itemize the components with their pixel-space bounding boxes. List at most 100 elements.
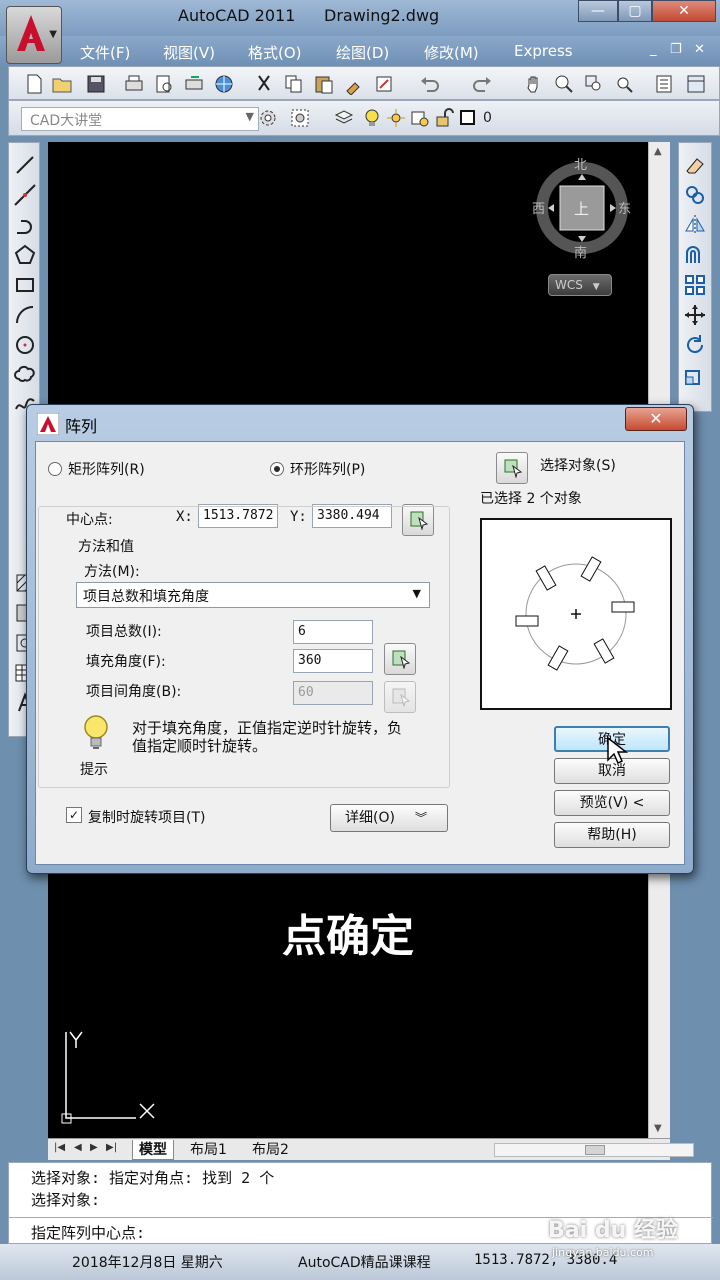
layer-thaw-sun-icon[interactable] [385, 107, 407, 129]
plot-preview-icon[interactable] [153, 73, 175, 95]
line-icon[interactable] [13, 153, 37, 177]
tab-layout1[interactable]: 布局1 [184, 1140, 233, 1160]
mdi-minimize-button[interactable]: _ [650, 42, 657, 57]
viewcube-top-face[interactable]: 上 [574, 198, 589, 219]
next-tab-icon[interactable]: ▶ [90, 1142, 98, 1153]
zoom-previous-icon[interactable] [613, 73, 635, 95]
layer-color-swatch-icon[interactable] [457, 107, 479, 129]
method-label: 方法(M): [84, 564, 140, 580]
total-items-field[interactable]: 6 [293, 620, 373, 644]
pick-fill-angle-button[interactable] [384, 643, 416, 675]
redo-icon[interactable] [471, 73, 493, 95]
dialog-close-button[interactable]: ✕ [625, 407, 687, 431]
menu-format[interactable]: 格式(O) [248, 42, 302, 63]
tab-layout2[interactable]: 布局2 [246, 1140, 295, 1160]
pick-item-angle-button [384, 681, 416, 713]
scroll-thumb[interactable] [585, 1145, 605, 1155]
rectangle-icon[interactable] [13, 273, 37, 297]
menu-modify[interactable]: 修改(M) [424, 42, 479, 63]
copy-icon[interactable] [283, 73, 305, 95]
arc-icon[interactable] [13, 303, 37, 327]
autocad-logo-icon [17, 15, 45, 51]
menu-file[interactable]: 文件(F) [80, 42, 130, 63]
plot-icon[interactable] [123, 73, 145, 95]
baidu-watermark: Bai du 经验 [548, 1218, 678, 1243]
revision-cloud-icon[interactable] [13, 363, 37, 387]
offset-icon[interactable] [683, 243, 707, 267]
cut-icon[interactable] [253, 73, 275, 95]
wcs-menu-button[interactable]: WCS ▼ [548, 274, 612, 296]
prev-tab-icon[interactable]: ◀ [74, 1142, 82, 1153]
scroll-down-arrow-icon[interactable]: ▼ [654, 1123, 662, 1134]
paste-icon[interactable] [313, 73, 335, 95]
zoom-window-icon[interactable] [583, 73, 605, 95]
match-properties-icon[interactable] [343, 73, 365, 96]
copy-object-icon[interactable] [683, 183, 707, 207]
polygon-icon[interactable] [13, 243, 37, 267]
details-button[interactable]: 详细(O) ︾ [330, 804, 448, 832]
scale-icon[interactable] [683, 363, 707, 387]
method-select[interactable]: 项目总数和填充角度 ▼ [76, 582, 430, 608]
compass-south[interactable]: 南 [574, 242, 587, 261]
application-menu-button[interactable]: ▼ [6, 6, 62, 64]
menu-draw[interactable]: 绘图(D) [336, 42, 389, 63]
menu-view[interactable]: 视图(V) [163, 42, 215, 63]
properties-icon[interactable] [653, 73, 675, 95]
workspace-settings-icon[interactable] [257, 107, 279, 129]
layer-viewport-freeze-icon[interactable] [409, 107, 431, 129]
workspace-customize-icon[interactable] [289, 107, 311, 129]
current-layer-name[interactable]: 0 [483, 110, 492, 126]
chevron-down-icon: ▼ [592, 282, 600, 292]
rotate-icon[interactable] [683, 333, 707, 357]
move-icon[interactable] [683, 303, 707, 327]
new-file-icon[interactable] [23, 73, 45, 95]
workspace-select[interactable]: CAD大讲堂 ▼ [21, 107, 259, 131]
save-icon[interactable] [85, 73, 107, 95]
fill-angle-field[interactable]: 360 [293, 649, 373, 673]
last-tab-icon[interactable]: ▶| [106, 1142, 117, 1153]
layer-unlock-icon[interactable] [433, 107, 455, 129]
array-preview [480, 518, 672, 710]
mouse-cursor-icon [607, 736, 628, 765]
polar-array-preview-graphic [515, 556, 635, 671]
3d-print-icon[interactable] [213, 73, 235, 95]
mirror-icon[interactable] [683, 213, 707, 237]
compass-north[interactable]: 北 [574, 154, 587, 173]
pan-hand-icon[interactable] [523, 73, 545, 95]
layer-properties-icon[interactable] [333, 107, 355, 129]
erase-icon[interactable] [683, 153, 707, 177]
polyline-icon[interactable] [13, 213, 37, 237]
block-editor-icon[interactable] [373, 73, 395, 95]
compass-east[interactable]: 东 [618, 198, 631, 217]
mdi-close-button[interactable]: ✕ [694, 42, 705, 57]
select-objects-button[interactable] [496, 452, 528, 484]
first-tab-icon[interactable]: |◀ [54, 1142, 65, 1153]
horizontal-scrollbar[interactable] [494, 1143, 694, 1157]
circle-icon[interactable] [13, 333, 37, 357]
help-button[interactable]: 帮助(H) [554, 822, 670, 848]
compass-west[interactable]: 西 [532, 198, 545, 217]
preview-button[interactable]: 预览(V) < [554, 790, 670, 816]
viewcube[interactable]: 北 南 东 西 上 [530, 154, 634, 261]
rect-array-radio[interactable]: 矩形阵列(R) [48, 459, 145, 479]
publish-icon[interactable] [183, 73, 205, 95]
array-icon[interactable] [683, 273, 707, 297]
polar-array-radio[interactable]: 环形阵列(P) [270, 459, 365, 479]
scroll-up-arrow-icon[interactable]: ▲ [654, 146, 662, 157]
close-window-button[interactable]: ✕ [652, 0, 716, 22]
layer-on-bulb-icon[interactable] [361, 107, 383, 129]
maximize-button[interactable]: ▢ [618, 0, 652, 22]
construction-line-icon[interactable] [13, 183, 37, 207]
details-button-label: 详细(O) [345, 810, 395, 826]
mdi-restore-button[interactable]: ❐ [670, 42, 682, 57]
minimize-button[interactable]: — [578, 0, 618, 22]
command-prompt[interactable]: 指定阵列中心点: [31, 1222, 145, 1243]
zoom-realtime-icon[interactable] [553, 73, 575, 95]
tab-model[interactable]: 模型 [132, 1140, 174, 1160]
design-center-icon[interactable] [685, 73, 707, 95]
open-folder-icon[interactable] [51, 73, 73, 95]
chevron-down-icon: ▼ [412, 587, 421, 600]
undo-icon[interactable] [419, 73, 441, 95]
rotate-items-checkbox[interactable]: ✓ [66, 807, 82, 823]
menu-express[interactable]: Express [514, 42, 573, 60]
